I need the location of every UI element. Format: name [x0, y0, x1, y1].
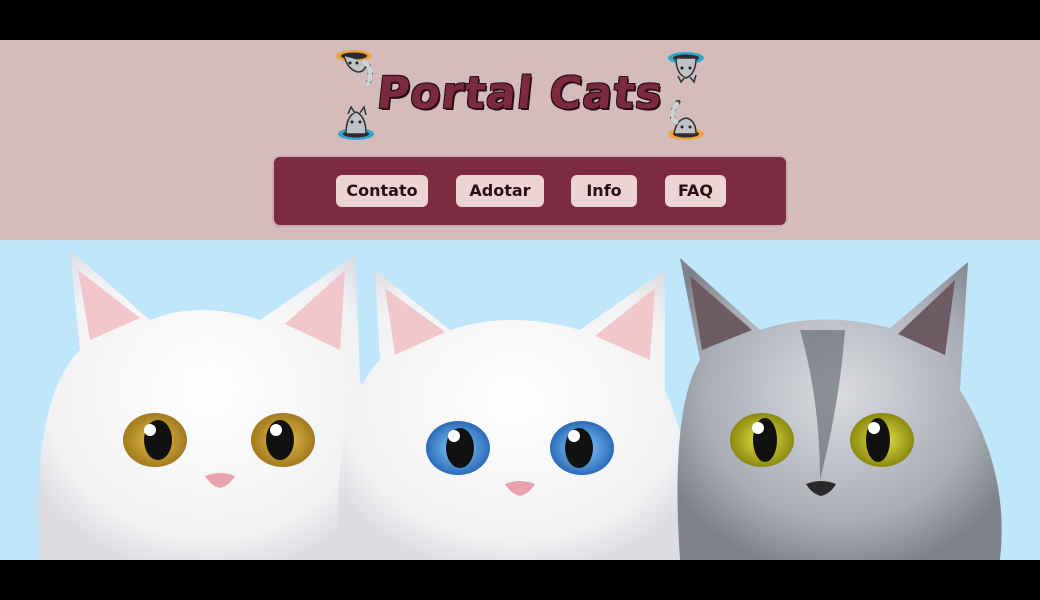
- bottom-letterbox: [0, 560, 1040, 600]
- top-letterbox: [0, 0, 1040, 40]
- portal-cat-icon: [668, 100, 704, 140]
- kittens-illustration: [38, 250, 1002, 560]
- nav-faq-button[interactable]: FAQ: [665, 175, 726, 207]
- nav-adotar-button[interactable]: Adotar: [456, 175, 544, 207]
- main-nav: Contato Adotar Info FAQ: [274, 157, 786, 225]
- kitten-middle: [338, 270, 693, 560]
- kitten-right: [677, 258, 1002, 560]
- nav-info-button[interactable]: Info: [571, 175, 637, 207]
- site-header: Portal Cats Contato Adotar Info FAQ: [0, 40, 1040, 240]
- portal-cat-icon: [668, 52, 704, 84]
- kitten-left: [38, 250, 378, 560]
- hero-banner: [0, 240, 1040, 560]
- site-title[interactable]: Portal Cats: [0, 68, 1040, 119]
- nav-contato-button[interactable]: Contato: [336, 175, 428, 207]
